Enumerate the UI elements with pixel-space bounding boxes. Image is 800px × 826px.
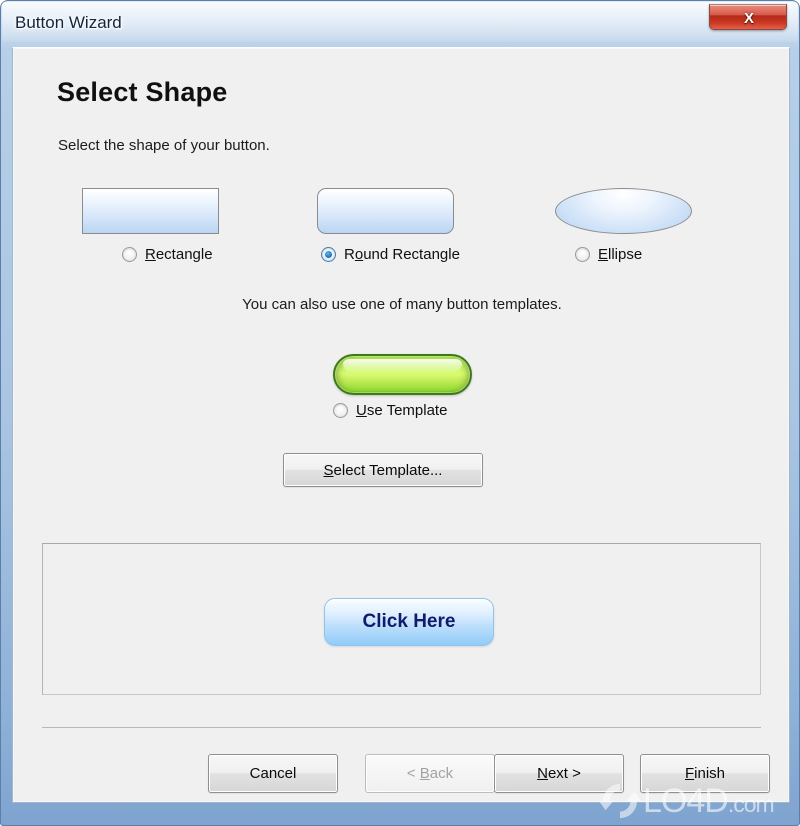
radio-round-rectangle[interactable] [321, 247, 336, 262]
radio-row-use-template[interactable]: Use Template [333, 402, 447, 419]
back-button: < Back [365, 754, 495, 793]
close-icon: X [743, 9, 754, 27]
radio-label-ellipse: Ellipse [598, 246, 643, 263]
shape-option-ellipse[interactable]: Ellipse [521, 188, 721, 268]
ellipse-shape-preview [555, 188, 692, 234]
page-subtitle: Select the shape of your button. [58, 137, 270, 154]
template-preview-gloss [343, 359, 462, 372]
select-template-button-label: Select Template... [323, 461, 443, 479]
radio-label-rectangle: Rectangle [145, 246, 213, 263]
radio-ellipse[interactable] [575, 247, 590, 262]
next-button[interactable]: Next > [494, 754, 624, 793]
radio-rectangle[interactable] [122, 247, 137, 262]
back-button-label: < Back [406, 765, 454, 782]
window-title: Button Wizard [15, 13, 122, 32]
next-button-label: Next > [537, 765, 581, 782]
template-hint-text: You can also use one of many button temp… [242, 296, 562, 313]
preview-panel: Click Here [42, 543, 761, 695]
click-here-button[interactable]: Click Here [324, 598, 494, 646]
radio-use-template[interactable] [333, 403, 348, 418]
template-button-preview [333, 354, 472, 395]
radio-row-ellipse[interactable]: Ellipse [575, 246, 642, 263]
radio-label-round-rectangle: Round Rectangle [344, 246, 460, 263]
radio-row-round-rectangle[interactable]: Round Rectangle [321, 246, 460, 263]
page-title: Select Shape [57, 77, 228, 107]
cancel-button[interactable]: Cancel [208, 754, 338, 793]
finish-button-label: Finish [684, 765, 726, 782]
shape-option-rectangle[interactable]: Rectangle [48, 188, 248, 268]
finish-button[interactable]: Finish [640, 754, 770, 793]
radio-label-use-template: Use Template [356, 402, 448, 419]
select-template-button[interactable]: Select Template... [283, 453, 483, 487]
round-rectangle-shape-preview [317, 188, 454, 234]
dialog-client-area: Select Shape Select the shape of your bu… [12, 47, 790, 803]
title-bar[interactable]: Button Wizard X [1, 1, 799, 47]
radio-row-rectangle[interactable]: Rectangle [122, 246, 213, 263]
cancel-button-label: Cancel [249, 765, 297, 782]
rectangle-shape-preview [82, 188, 219, 234]
window-frame: Button Wizard X Select Shape Select the … [0, 0, 800, 826]
footer-separator [42, 727, 761, 728]
shape-option-round-rectangle[interactable]: Round Rectangle [283, 188, 483, 268]
close-button[interactable]: X [709, 4, 787, 30]
